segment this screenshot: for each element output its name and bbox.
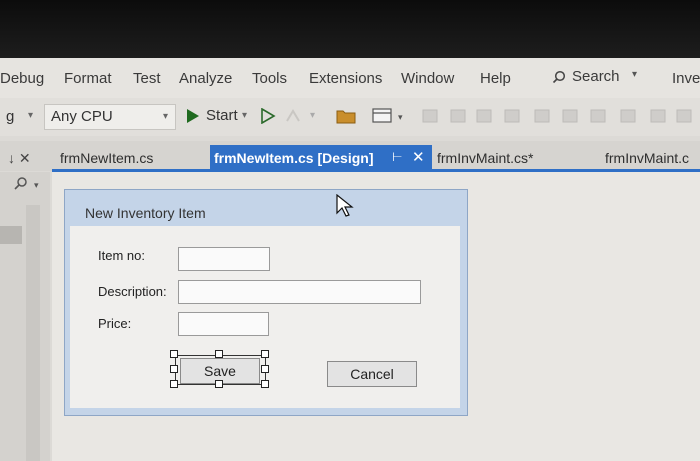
menu-debug[interactable]: Debug (0, 70, 44, 87)
form-title: New Inventory Item (85, 205, 206, 221)
layout-toolbar-icons[interactable] (415, 106, 695, 126)
menu-help[interactable]: Help (480, 70, 511, 87)
menu-analyze[interactable]: Analyze (179, 70, 232, 87)
search-box[interactable]: Search ▾ (548, 66, 648, 88)
start-without-debugging-icon[interactable] (260, 108, 276, 124)
mouse-cursor-icon (336, 194, 354, 217)
resize-handle-top-right[interactable] (261, 350, 269, 358)
menu-extensions[interactable]: Extensions (309, 70, 382, 87)
chevron-down-icon[interactable]: ▾ (398, 112, 403, 123)
toolbox-panel (0, 172, 50, 461)
start-button[interactable]: Start ▾ (184, 104, 254, 128)
resize-handle-right[interactable] (261, 365, 269, 373)
play-icon (187, 109, 199, 123)
toolbox-pin-close[interactable]: ↓ ✕ (8, 150, 31, 167)
chevron-down-icon[interactable]: ▾ (28, 110, 33, 121)
solution-config-value[interactable]: g (6, 108, 14, 125)
menu-overflow-title: Inve (672, 70, 700, 87)
pin-icon[interactable]: ⊢ (392, 150, 402, 164)
platform-dropdown-value: Any CPU (51, 108, 113, 125)
description-label: Description: (98, 284, 167, 299)
toolbox-item-highlight[interactable] (0, 226, 22, 244)
search-icon (552, 70, 566, 84)
menu-window[interactable]: Window (401, 70, 454, 87)
menu-tools[interactable]: Tools (252, 70, 287, 87)
resize-handle-bottom-right[interactable] (261, 380, 269, 388)
chevron-down-icon[interactable]: ▾ (34, 180, 39, 191)
resize-handle-bottom[interactable] (215, 380, 223, 388)
tab-frmnewitem-design-label: frmNewItem.cs [Design] (214, 150, 374, 166)
cancel-button-label: Cancel (350, 366, 394, 382)
tab-frminvmaint-code[interactable]: frmInvMaint.cs* (437, 150, 533, 166)
search-label: Search (572, 68, 620, 85)
chevron-down-icon[interactable]: ▾ (310, 110, 315, 121)
hot-reload-icon[interactable] (284, 108, 302, 124)
chevron-down-icon: ▾ (242, 110, 248, 121)
tab-frmnewitem-code[interactable]: frmNewItem.cs (60, 150, 153, 166)
item-no-label: Item no: (98, 248, 145, 263)
monitor-bezel (0, 0, 700, 60)
price-label: Price: (98, 316, 132, 331)
platform-dropdown[interactable]: Any CPU ▾ (44, 104, 176, 130)
window-layout-icon[interactable] (372, 108, 392, 124)
item-no-input[interactable] (178, 247, 270, 271)
chevron-down-icon: ▾ (632, 69, 638, 80)
resize-handle-bottom-left[interactable] (170, 380, 178, 388)
start-label: Start (206, 107, 238, 124)
description-input[interactable] (178, 280, 421, 304)
resize-handle-top-left[interactable] (170, 350, 178, 358)
chevron-down-icon: ▾ (163, 111, 169, 122)
menu-format[interactable]: Format (64, 70, 112, 87)
search-icon[interactable] (12, 176, 32, 192)
folder-icon[interactable] (336, 108, 356, 124)
tab-frminvmaint-design[interactable]: frmInvMaint.c (605, 150, 689, 166)
vertical-scrollbar[interactable] (26, 205, 40, 461)
menu-test[interactable]: Test (133, 70, 161, 87)
close-icon[interactable]: ✕ (412, 148, 425, 166)
resize-handle-top[interactable] (215, 350, 223, 358)
price-input[interactable] (178, 312, 269, 336)
resize-handle-left[interactable] (170, 365, 178, 373)
cancel-button[interactable]: Cancel (327, 361, 417, 387)
